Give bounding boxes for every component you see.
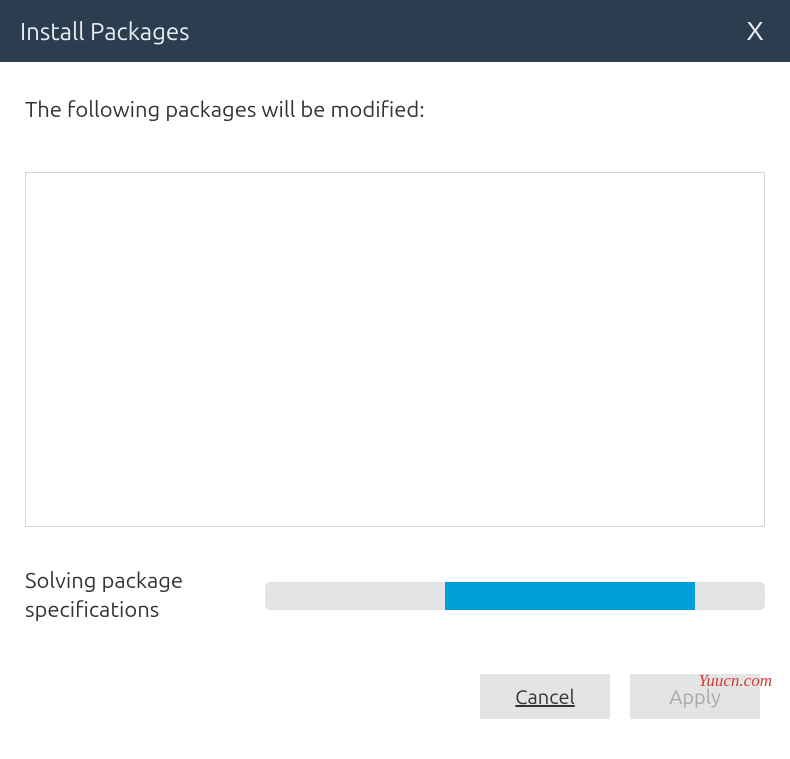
package-list[interactable] — [25, 172, 765, 527]
progress-bar — [265, 582, 765, 610]
cancel-button[interactable]: Cancel — [480, 674, 610, 719]
progress-fill — [445, 582, 695, 610]
titlebar: Install Packages X — [0, 0, 790, 62]
heading-text: The following packages will be modified: — [25, 97, 765, 122]
apply-button: Apply — [630, 674, 760, 719]
progress-row: Solving package specifications — [25, 567, 765, 624]
close-icon[interactable]: X — [740, 16, 770, 47]
dialog-title: Install Packages — [20, 18, 190, 45]
progress-label: Solving package specifications — [25, 567, 245, 624]
dialog-content: The following packages will be modified:… — [0, 62, 790, 719]
button-row: Cancel Apply — [25, 674, 765, 719]
